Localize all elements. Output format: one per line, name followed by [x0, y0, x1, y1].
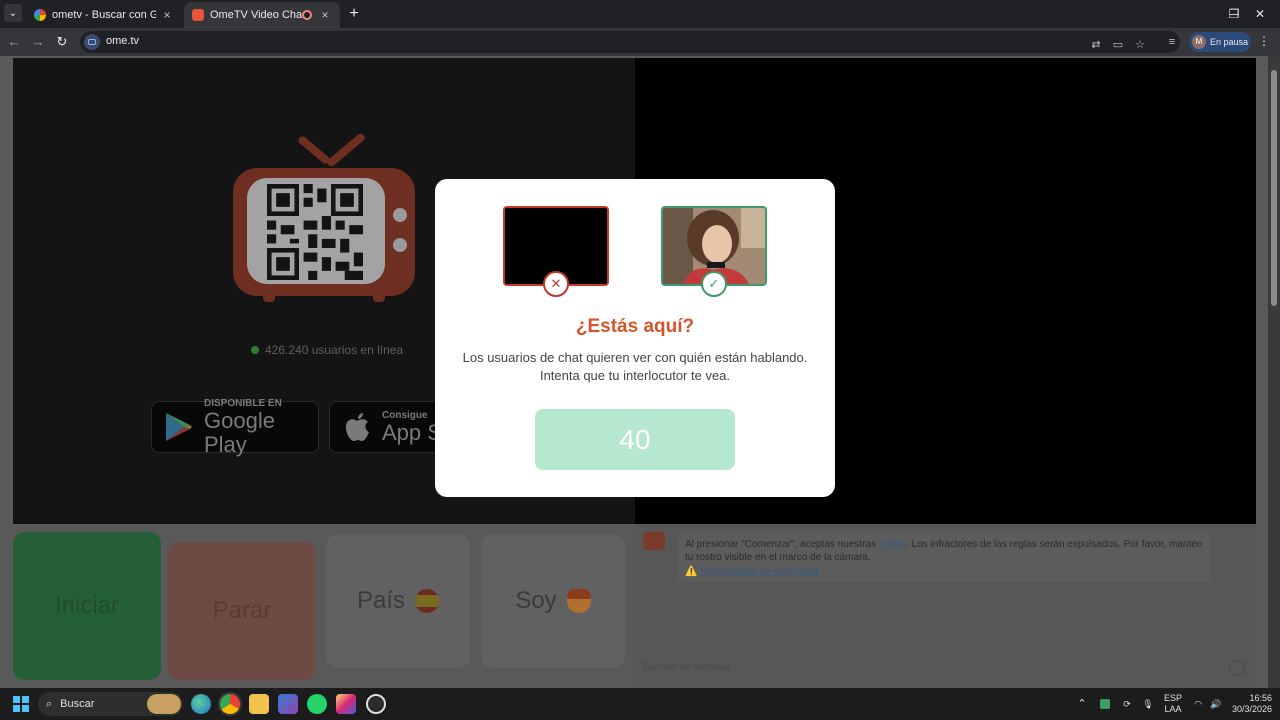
store-icon[interactable]	[278, 694, 298, 714]
approve-icon: ✓	[701, 271, 727, 297]
close-window-button[interactable]: ✕	[1240, 0, 1280, 28]
address-bar[interactable]: ome.tv ⇄ ▭ ☆	[80, 31, 1180, 53]
online-text: 426.240 usuarios en línea	[265, 343, 404, 357]
google-icon	[34, 9, 46, 21]
controls-panel: Iniciar Parar País Soy	[13, 524, 635, 688]
rules-link[interactable]: reglas	[879, 539, 906, 550]
tab-title: OmeTV Video Chat — Ome	[210, 9, 302, 21]
presence-check-dialog: ✕ ✓ ¿Estás aquí? Los usuarios de chat qu…	[435, 179, 835, 497]
back-button[interactable]: ←	[6, 34, 22, 50]
page-viewport: 426.240 usuarios en línea DISPONIBLE EN …	[0, 56, 1280, 688]
tv-qr-graphic	[233, 130, 415, 302]
clock[interactable]: 16:56 30/3/2026	[1226, 688, 1272, 720]
reading-list-icon[interactable]: ≡	[1164, 34, 1180, 50]
security-reminder-link[interactable]: Recordatorio de seguridad	[700, 566, 818, 577]
tab-search-button[interactable]: ⌄	[4, 4, 22, 22]
tab-close-icon[interactable]: ×	[160, 8, 174, 22]
chat-panel: Al presionar "Comenzar", aceptas nuestra…	[635, 524, 1256, 688]
browser-toolbar: ← → ↻ ome.tv ⇄ ▭ ☆ ≡ M En pausa ⋮	[0, 28, 1280, 56]
instagram-icon[interactable]	[336, 694, 356, 714]
recording-icon	[302, 10, 312, 20]
tab-title: ometv - Buscar con Google	[52, 9, 156, 21]
start-button[interactable]: Iniciar	[13, 532, 161, 680]
stop-button[interactable]: Parar	[168, 542, 316, 680]
ometv-icon	[192, 9, 204, 21]
search-highlight-image	[147, 694, 181, 714]
gender-button[interactable]: Soy	[481, 534, 625, 668]
file-explorer-icon[interactable]	[249, 694, 269, 714]
edge-icon[interactable]	[191, 694, 211, 714]
forward-button[interactable]: →	[30, 34, 46, 50]
gender-label: Soy	[515, 587, 557, 614]
search-label: Buscar	[60, 698, 95, 710]
url-text[interactable]: ome.tv	[106, 35, 139, 47]
page-scrollbar[interactable]	[1268, 56, 1280, 688]
google-play-icon	[166, 413, 192, 441]
taskbar-search[interactable]: ⌕ Buscar	[38, 692, 183, 716]
country-label: País	[356, 587, 406, 614]
wifi-icon[interactable]: ◠	[1190, 688, 1206, 720]
tab-close-icon[interactable]: ×	[318, 8, 332, 22]
browser-tabstrip: ⌄ ometv - Buscar con Google × OmeTV Vide…	[0, 0, 1280, 28]
qr-code-icon	[267, 184, 363, 280]
country-button[interactable]: País	[326, 534, 470, 668]
countdown-button[interactable]: 40	[535, 409, 735, 470]
system-message: Al presionar "Comenzar", aceptas nuestra…	[677, 532, 1211, 582]
obs-icon[interactable]	[366, 694, 386, 714]
apple-icon	[345, 413, 369, 441]
boy-emoji-icon	[566, 589, 591, 613]
ometv-logo-icon	[643, 532, 665, 550]
search-icon: ⌕	[46, 697, 53, 710]
profile-button[interactable]: M En pausa	[1189, 32, 1251, 52]
chat-message-input[interactable]: Escribe un mensaje	[643, 662, 731, 673]
dialog-message: Los usuarios de chat quieren ver con qui…	[462, 350, 808, 383]
sync-icon[interactable]: ⟳	[1118, 688, 1136, 720]
menu-icon[interactable]: ⋮	[1258, 34, 1270, 48]
whatsapp-icon[interactable]	[307, 694, 327, 714]
tab-ometv[interactable]: OmeTV Video Chat — Ome ×	[184, 2, 340, 28]
dialog-title: ¿Estás aquí?	[575, 316, 695, 337]
bookmark-star-icon[interactable]: ☆	[1132, 37, 1148, 53]
translate-icon[interactable]: ⇄	[1088, 37, 1104, 53]
scrollbar-thumb[interactable]	[1271, 70, 1277, 306]
language-indicator[interactable]: ESP LAA	[1160, 688, 1186, 720]
spain-flag-icon	[415, 589, 440, 613]
reject-icon: ✕	[543, 271, 569, 297]
camera-site-icon[interactable]	[84, 34, 100, 50]
google-play-button[interactable]: DISPONIBLE EN Google Play	[151, 398, 319, 456]
online-users-count: 426.240 usuarios en línea	[251, 343, 403, 357]
emoji-picker-icon[interactable]	[1229, 660, 1245, 676]
online-dot-icon	[251, 346, 259, 354]
windows-start-icon[interactable]	[13, 696, 29, 712]
cast-icon[interactable]: ▭	[1110, 37, 1126, 53]
microphone-icon[interactable]: 🎙	[1140, 688, 1156, 720]
new-tab-button[interactable]: +	[345, 5, 363, 23]
tab-google-search[interactable]: ometv - Buscar con Google ×	[26, 2, 182, 28]
tray-overflow-icon[interactable]: ⌃	[1074, 688, 1090, 720]
volume-icon[interactable]: 🔊	[1208, 688, 1224, 720]
defender-icon[interactable]	[1096, 688, 1114, 720]
windows-taskbar: ⌕ Buscar ⌃ ⟳ 🎙 ESP LAA ◠ 🔊 16:56 30/3/20…	[0, 688, 1280, 720]
chrome-icon[interactable]	[220, 694, 240, 714]
avatar: M	[1192, 35, 1206, 49]
reload-button[interactable]: ↻	[54, 34, 70, 50]
profile-status: En pausa	[1210, 37, 1249, 47]
warning-icon: ⚠️	[685, 566, 698, 577]
